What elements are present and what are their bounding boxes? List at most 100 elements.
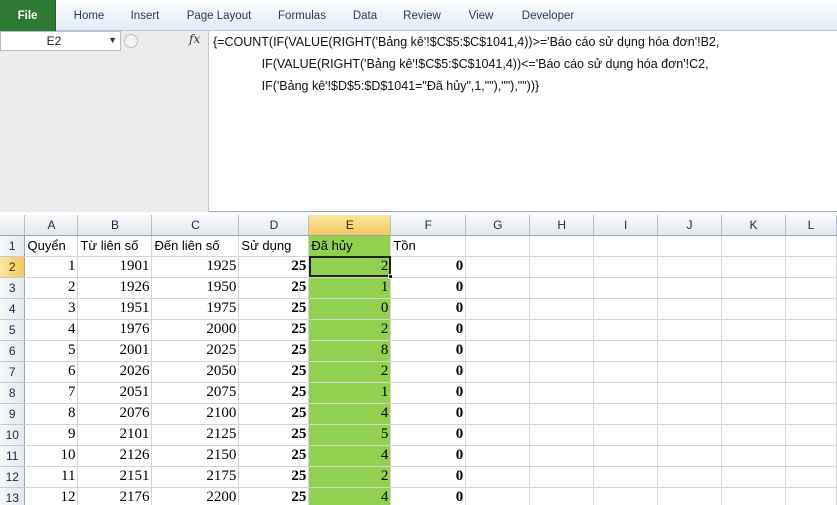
cell[interactable] — [593, 256, 659, 278]
cell[interactable] — [785, 298, 837, 320]
cell[interactable] — [785, 340, 837, 362]
cell-da-huy[interactable]: 1 — [308, 277, 392, 299]
cell-ton[interactable]: 0 — [390, 277, 467, 299]
cell[interactable] — [529, 256, 595, 278]
tab-insert[interactable]: Insert — [124, 0, 166, 31]
cell-den-lien-so[interactable]: 1950 — [151, 277, 240, 299]
cell-da-huy[interactable]: 4 — [308, 445, 392, 467]
cell[interactable] — [785, 256, 837, 278]
header-cell-quyen[interactable]: Quyển — [24, 235, 79, 257]
column-header-c[interactable]: C — [151, 215, 240, 236]
row-header[interactable]: 9 — [0, 403, 26, 425]
row-header[interactable]: 2 — [0, 256, 26, 278]
row-header[interactable]: 3 — [0, 277, 26, 299]
cell[interactable] — [529, 340, 595, 362]
cell-su-dung[interactable]: 25 — [238, 403, 310, 425]
column-header-j[interactable]: J — [657, 215, 723, 236]
cell[interactable] — [657, 361, 723, 383]
cell[interactable] — [785, 424, 837, 446]
cell-den-lien-so[interactable]: 2100 — [151, 403, 240, 425]
cell-tu-lien-so[interactable]: 2026 — [77, 361, 153, 383]
cell[interactable] — [465, 277, 531, 299]
cell-den-lien-so[interactable]: 2000 — [151, 319, 240, 341]
cell-su-dung[interactable]: 25 — [238, 277, 310, 299]
cell-den-lien-so[interactable]: 2125 — [151, 424, 240, 446]
cell-ton[interactable]: 0 — [390, 466, 467, 488]
cell-den-lien-so[interactable]: 1925 — [151, 256, 240, 278]
cell-da-huy[interactable]: 8 — [308, 340, 392, 362]
cell[interactable] — [785, 487, 837, 505]
tab-developer[interactable]: Developer — [514, 0, 582, 31]
cell[interactable] — [529, 445, 595, 467]
cell-quyen[interactable]: 4 — [24, 319, 79, 341]
tab-file[interactable]: File — [0, 0, 56, 31]
cell-quyen[interactable]: 8 — [24, 403, 79, 425]
cell[interactable] — [721, 340, 786, 362]
cell-da-huy[interactable]: 0 — [308, 298, 392, 320]
cell-da-huy[interactable]: 4 — [308, 487, 392, 505]
cell-su-dung[interactable]: 25 — [238, 319, 310, 341]
cell[interactable] — [593, 235, 659, 257]
cell[interactable] — [721, 382, 786, 404]
cell[interactable] — [721, 361, 786, 383]
cell-ton[interactable]: 0 — [390, 361, 467, 383]
cell-den-lien-so[interactable]: 1975 — [151, 298, 240, 320]
header-cell-ton[interactable]: Tồn — [390, 235, 467, 257]
select-all-corner[interactable] — [0, 215, 26, 236]
cell[interactable] — [657, 256, 723, 278]
cell[interactable] — [593, 361, 659, 383]
header-cell-tu-lien-so[interactable]: Từ liên số — [77, 235, 153, 257]
cell[interactable] — [529, 361, 595, 383]
fill-handle[interactable] — [387, 274, 393, 279]
column-header-b[interactable]: B — [77, 215, 153, 236]
cell-ton[interactable]: 0 — [390, 424, 467, 446]
cell[interactable] — [721, 445, 786, 467]
tab-formulas[interactable]: Formulas — [272, 0, 332, 31]
cell[interactable] — [465, 445, 531, 467]
cell[interactable] — [529, 277, 595, 299]
cell-ton[interactable]: 0 — [390, 403, 467, 425]
cell-tu-lien-so[interactable]: 2101 — [77, 424, 153, 446]
row-header[interactable]: 5 — [0, 319, 26, 341]
cell[interactable] — [465, 403, 531, 425]
cell-da-huy[interactable]: 5 — [308, 424, 392, 446]
header-cell-den-lien-so[interactable]: Đến liên số — [151, 235, 240, 257]
formula-bar-resize-icon[interactable] — [124, 34, 138, 48]
cell[interactable] — [529, 235, 595, 257]
cell[interactable] — [657, 235, 723, 257]
column-header-h[interactable]: H — [529, 215, 595, 236]
cell[interactable] — [465, 382, 531, 404]
worksheet-grid[interactable]: A B C D E F G H I J K L 1 Quyển Từ liên … — [0, 215, 837, 505]
row-header[interactable]: 12 — [0, 466, 26, 488]
tab-review[interactable]: Review — [398, 0, 446, 31]
cell-quyen[interactable]: 6 — [24, 361, 79, 383]
cell[interactable] — [465, 319, 531, 341]
row-header[interactable]: 1 — [0, 235, 26, 257]
cell[interactable] — [529, 424, 595, 446]
cell[interactable] — [465, 256, 531, 278]
cell-den-lien-so[interactable]: 2175 — [151, 466, 240, 488]
cell-tu-lien-so[interactable]: 2126 — [77, 445, 153, 467]
cell-den-lien-so[interactable]: 2050 — [151, 361, 240, 383]
cell[interactable] — [593, 445, 659, 467]
cell[interactable] — [657, 403, 723, 425]
cell[interactable] — [465, 424, 531, 446]
insert-function-icon[interactable]: fx — [189, 32, 200, 46]
cell-quyen[interactable]: 3 — [24, 298, 79, 320]
cell-su-dung[interactable]: 25 — [238, 466, 310, 488]
cell[interactable] — [465, 298, 531, 320]
cell-ton[interactable]: 0 — [390, 340, 467, 362]
column-header-l[interactable]: L — [785, 215, 837, 236]
cell[interactable] — [529, 487, 595, 505]
row-header[interactable]: 8 — [0, 382, 26, 404]
cell-ton[interactable]: 0 — [390, 382, 467, 404]
cell[interactable] — [593, 403, 659, 425]
cell-su-dung[interactable]: 25 — [238, 487, 310, 505]
chevron-down-icon[interactable]: ▼ — [108, 35, 117, 45]
name-box[interactable]: E2 ▼ — [0, 31, 121, 51]
cell[interactable] — [785, 403, 837, 425]
cell[interactable] — [721, 298, 786, 320]
row-header[interactable]: 10 — [0, 424, 26, 446]
cell[interactable] — [721, 403, 786, 425]
cell[interactable] — [465, 361, 531, 383]
